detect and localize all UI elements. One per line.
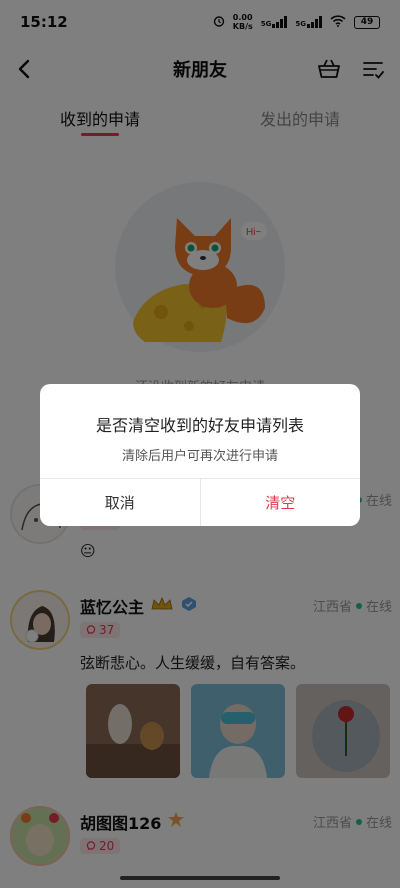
- dialog-message: 清除后用户可再次进行申请: [121, 449, 278, 464]
- confirm-dialog: 是否清空收到的好友申请列表 清除后用户可再次进行申请 取消 清空: [40, 384, 360, 526]
- dialog-actions: 取消 清空: [40, 478, 360, 526]
- cancel-button[interactable]: 取消: [40, 479, 201, 526]
- dialog-title: 是否清空收到的好友申请列表: [95, 416, 304, 435]
- home-indicator[interactable]: [120, 876, 280, 880]
- clear-button[interactable]: 清空: [201, 479, 361, 526]
